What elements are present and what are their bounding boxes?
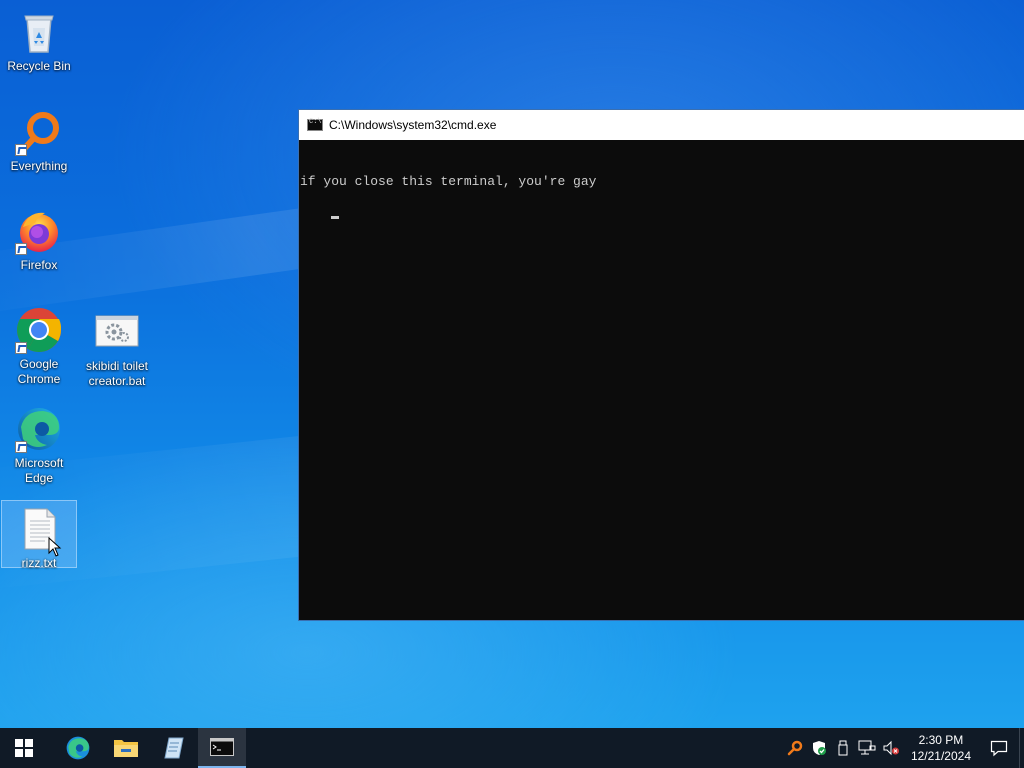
clock-time: 2:30 PM (918, 733, 964, 747)
edge-icon (15, 405, 63, 453)
shortcut-arrow-icon (15, 342, 27, 354)
security-shield-icon[interactable] (807, 728, 831, 768)
desktop-icon-google-chrome[interactable]: Google Chrome (1, 302, 77, 387)
desktop-icon-microsoft-edge[interactable]: Microsoft Edge (1, 401, 77, 486)
desktop-icon-recycle-bin[interactable]: Recycle Bin (1, 4, 77, 74)
desktop-icon-label: skibidi toilet creator.bat (85, 359, 149, 388)
desktop-icon-label: Everything (10, 159, 68, 173)
folder-icon (114, 740, 138, 757)
cmd-output-line: if you close this terminal, you're gay (300, 174, 597, 189)
taskbar-cmd[interactable] (198, 728, 246, 768)
edge-icon (66, 736, 90, 760)
everything-search-icon (15, 108, 63, 156)
mouse-pointer-icon (48, 537, 62, 557)
desktop-icon-skibidi-toilet-creator[interactable]: skibidi toilet creator.bat (79, 304, 155, 389)
text-cursor (331, 216, 340, 219)
firefox-icon (15, 207, 63, 255)
windows-logo-icon (15, 739, 33, 757)
taskbar-edge[interactable] (54, 728, 102, 768)
cmd-window[interactable]: C:\Windows\system32\cmd.exe if you close… (298, 109, 1024, 621)
shortcut-arrow-icon (15, 243, 27, 255)
batch-file-icon (93, 308, 141, 356)
cmd-window-title: C:\Windows\system32\cmd.exe (329, 118, 497, 132)
desktop-icon-label: Firefox (20, 258, 58, 272)
clock-date: 12/21/2024 (910, 749, 971, 763)
desktop-icon-everything[interactable]: Everything (1, 104, 77, 174)
shortcut-arrow-icon (15, 441, 27, 453)
recycle-bin-icon (15, 8, 63, 56)
cmd-icon (210, 738, 234, 756)
chrome-icon (15, 306, 63, 354)
desktop-icon-label: rizz.txt (21, 556, 57, 570)
taskbar-notepad[interactable] (150, 728, 198, 768)
cmd-console[interactable]: if you close this terminal, you're gay (299, 140, 1024, 240)
shortcut-arrow-icon (15, 144, 27, 156)
everything-tray-icon[interactable] (783, 728, 807, 768)
desktop-icon-rizz-txt[interactable]: rizz.txt (1, 500, 77, 570)
desktop-icon-label: Recycle Bin (7, 59, 71, 73)
desktop-icon-firefox[interactable]: Firefox (1, 203, 77, 273)
taskbar-file-explorer[interactable] (102, 728, 150, 768)
network-icon[interactable] (855, 728, 879, 768)
desktop-icon-label: Microsoft Edge (14, 456, 64, 485)
system-tray: 2:30 PM 12/21/2024 (783, 728, 1024, 768)
usb-icon[interactable] (831, 728, 855, 768)
desktop-icon-label: Google Chrome (17, 357, 61, 386)
volume-muted-icon[interactable] (879, 728, 903, 768)
start-button[interactable] (0, 728, 48, 768)
cmd-title-bar[interactable]: C:\Windows\system32\cmd.exe (299, 110, 1024, 140)
notification-center-button[interactable] (979, 728, 1019, 768)
cmd-icon (307, 118, 323, 131)
show-desktop-button[interactable] (1019, 728, 1024, 768)
taskbar-clock[interactable]: 2:30 PM 12/21/2024 (903, 732, 979, 764)
taskbar: 2:30 PM 12/21/2024 (0, 728, 1024, 768)
notification-icon (990, 740, 1008, 757)
notepad-icon (164, 737, 184, 759)
